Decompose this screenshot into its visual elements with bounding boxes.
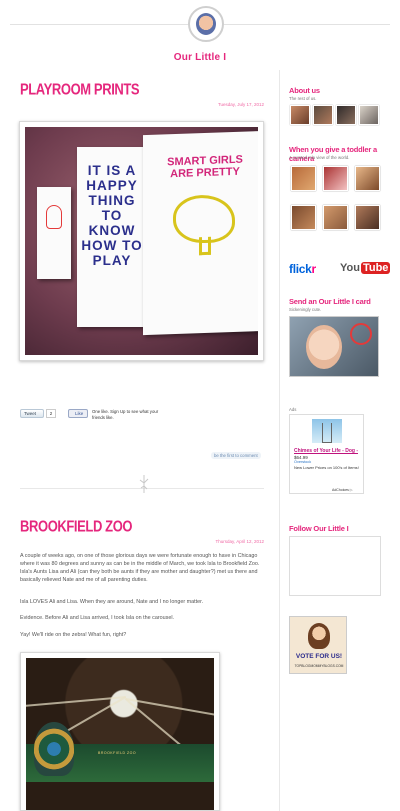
like-text: One like. Sign Up to see what your frien…	[92, 409, 159, 420]
like-label: Like	[75, 411, 84, 416]
print-smart-girls-text: SMART GIRLS ARE PRETTY	[167, 153, 243, 181]
post-paragraph: A couple of weeks ago, on one of those g…	[20, 553, 260, 583]
flickr-logo[interactable]: flickr	[289, 262, 316, 276]
ad-chime-icon	[322, 423, 332, 443]
sidebar-divider	[279, 70, 280, 811]
ads-label: Ads	[289, 407, 297, 412]
ad-title[interactable]: Chimes of Your Life - Dog -	[294, 448, 364, 454]
separator-doodle-icon	[139, 475, 149, 493]
post-date: Tuesday, July 17, 2012	[217, 102, 264, 107]
tweet-button[interactable]: Tweet	[20, 409, 44, 418]
peacock-decoration	[34, 722, 74, 776]
tweet-label: Tweet	[24, 411, 37, 416]
post-paragraph: Evidence. Before Ali and Lisa arrived, I…	[20, 615, 175, 621]
card-sign-icon	[350, 323, 372, 345]
print-play-text: IT IS A HAPPY THING TO KNOW HOW TO PLAY	[81, 163, 143, 268]
carousel-scene: BROOKFIELD ZOO	[26, 658, 214, 810]
avatar-image	[196, 13, 216, 35]
camera-thumb[interactable]	[291, 205, 316, 230]
post-title[interactable]: BROOKFIELD ZOO	[20, 517, 133, 535]
camera-thumb[interactable]	[323, 205, 348, 230]
card-baby	[306, 325, 342, 369]
blog-page: Our Little I PLAYROOM PRINTS Tuesday, Ju…	[0, 0, 400, 811]
about-thumb[interactable]	[336, 105, 356, 125]
youtube-logo[interactable]: You Tube	[340, 262, 391, 274]
post-title[interactable]: PLAYROOM PRINTS	[20, 80, 140, 98]
about-thumb[interactable]	[313, 105, 333, 125]
post-image[interactable]: IT IS A HAPPY THING TO KNOW HOW TO PLAY …	[19, 121, 264, 361]
widget-title-camera: When you give a toddler a camera	[289, 145, 377, 163]
youtube-logo-you: You	[340, 262, 360, 274]
post-date: Thursday, April 12, 2012	[215, 539, 264, 544]
widget-subtitle-camera: A curated Isla view of the world.	[289, 155, 350, 160]
site-avatar[interactable]	[188, 6, 224, 42]
about-thumb[interactable]	[359, 105, 379, 125]
vote-badge[interactable]: VOTE FOR US! TOPBLOGMOMMYBLOGS.COM	[289, 616, 347, 674]
photo-wall: IT IS A HAPPY THING TO KNOW HOW TO PLAY …	[25, 127, 258, 355]
post-paragraph: Yay! We'll ride on the zebra! What fun, …	[20, 632, 127, 638]
widget-subtitle-card: Sickeningly cute.	[289, 307, 322, 312]
camera-thumb[interactable]	[355, 166, 380, 191]
vote-label: VOTE FOR US!	[295, 653, 343, 660]
print-smart-girls: SMART GIRLS ARE PRETTY	[143, 130, 258, 336]
widget-title-follow: Follow Our Little I	[289, 524, 349, 533]
ad-image[interactable]	[312, 419, 342, 443]
adchoices-icon[interactable]: AdChoices ▷	[332, 488, 353, 492]
vote-badge-illustration	[308, 623, 330, 649]
site-title[interactable]: Our Little I	[0, 52, 400, 63]
camera-thumb[interactable]	[355, 205, 380, 230]
post-paragraph: Isla LOVES Ali and Lisa. When they are a…	[20, 599, 204, 605]
print-lightbulb	[37, 187, 71, 279]
tweet-count: 2	[46, 409, 56, 418]
widget-title-card: Send an Our Little I card	[289, 297, 371, 306]
print-play: IT IS A HAPPY THING TO KNOW HOW TO PLAY	[77, 147, 147, 327]
about-thumb[interactable]	[290, 105, 310, 125]
ad-box[interactable]: Chimes of Your Life - Dog - $64.99 Overs…	[289, 414, 364, 494]
card-image[interactable]	[289, 316, 379, 377]
camera-thumb[interactable]	[323, 166, 348, 191]
widget-title-about: About us	[289, 86, 320, 95]
camera-thumb[interactable]	[291, 166, 316, 191]
like-button[interactable]: Like	[68, 409, 88, 418]
follow-widget[interactable]	[289, 536, 381, 596]
site-header: Our Little I	[0, 0, 400, 70]
vote-url: TOPBLOGMOMMYBLOGS.COM	[294, 664, 344, 668]
ad-description: New Lower Prices on 100's of Items!	[294, 465, 359, 470]
lightbulb-icon	[46, 205, 62, 229]
youtube-logo-tube: Tube	[360, 262, 391, 274]
brain-stem	[199, 236, 211, 256]
comment-link[interactable]: be the first to comment	[211, 452, 261, 459]
flickr-logo-r: r	[311, 262, 317, 276]
widget-subtitle-about: The rest of us.	[289, 96, 317, 101]
flickr-logo-text: flick	[289, 262, 312, 276]
ad-brand[interactable]: Overstock	[294, 460, 311, 464]
post-image[interactable]: BROOKFIELD ZOO	[20, 652, 220, 811]
carousel-label: BROOKFIELD ZOO	[98, 751, 137, 755]
